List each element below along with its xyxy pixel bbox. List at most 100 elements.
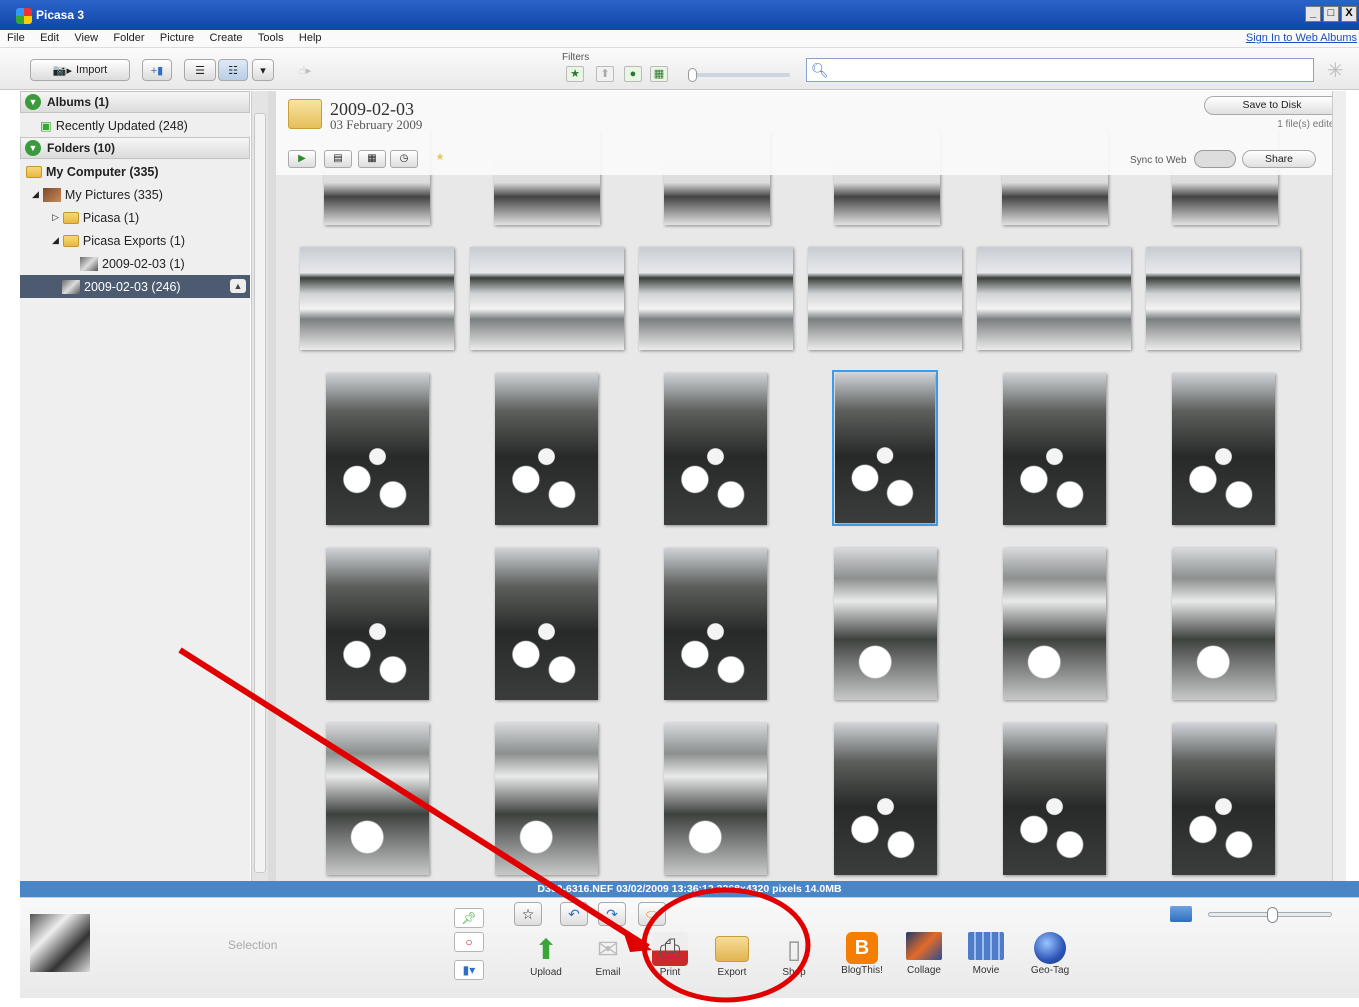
selection-thumbnail[interactable]: [30, 914, 90, 972]
photo-thumbnail[interactable]: [326, 548, 429, 700]
photo-thumbnail[interactable]: [1003, 548, 1106, 700]
make-movie-button[interactable]: ▦: [358, 150, 386, 168]
collapse-toggle-icon[interactable]: ▼: [25, 140, 41, 156]
photo-thumbnail[interactable]: [470, 247, 624, 350]
photo-thumbnail[interactable]: [808, 247, 962, 350]
collapse-arrow-icon[interactable]: ▷: [52, 212, 59, 223]
sidebar-item-picasa-exports[interactable]: ◢ Picasa Exports (1): [20, 229, 250, 252]
movie-button[interactable]: Movie: [956, 932, 1016, 976]
photo-thumbnail[interactable]: [664, 723, 767, 875]
rotate-right-button[interactable]: ↷: [598, 902, 626, 926]
photo-thumbnail[interactable]: [1003, 723, 1106, 875]
rotate-left-button[interactable]: ↶: [560, 902, 588, 926]
expand-arrow-icon[interactable]: ◢: [52, 235, 59, 246]
upload-status-icon[interactable]: ▲: [230, 279, 246, 293]
upload-folder-button[interactable]: ▤: [324, 150, 352, 168]
print-button[interactable]: ⎙ Print: [640, 932, 700, 978]
photo-thumbnail[interactable]: [326, 373, 429, 525]
slider-knob[interactable]: [1267, 907, 1278, 923]
blogthis-button[interactable]: B BlogThis!: [832, 932, 892, 976]
sidebar-item-picasa[interactable]: ▷ Picasa (1): [20, 206, 250, 229]
export-button[interactable]: Export: [702, 932, 762, 978]
menu-help[interactable]: Help: [292, 30, 327, 44]
photo-thumbnail[interactable]: [1003, 373, 1106, 525]
folder-icon: [62, 211, 79, 224]
photo-thumbnail[interactable]: [664, 548, 767, 700]
filter-movies-button[interactable]: ▦: [650, 66, 668, 82]
add-to-album-dropdown[interactable]: ▮▾: [454, 960, 484, 980]
add-to-album-button[interactable]: +▮: [142, 59, 172, 81]
hold-selection-button[interactable]: 📌︎: [454, 908, 484, 928]
tree-view-button[interactable]: ☷: [218, 59, 248, 81]
geotag-tray-button[interactable]: Geo-Tag: [1020, 932, 1080, 976]
sidebar-item-recently-updated[interactable]: ▣ Recently Updated (248): [20, 114, 250, 137]
photo-thumbnail[interactable]: [1172, 723, 1275, 875]
photo-thumbnail[interactable]: [495, 373, 598, 525]
sync-to-web-toggle[interactable]: [1194, 150, 1236, 168]
albums-section-header[interactable]: ▼ Albums (1): [20, 91, 250, 113]
star-icon: ★: [570, 68, 580, 80]
photo-thumbnail[interactable]: [1146, 247, 1300, 350]
play-slideshow-button[interactable]: ▶: [288, 150, 316, 168]
sidebar-item-selected-folder[interactable]: 2009-02-03 (246) ▲: [20, 275, 250, 298]
photo-thumbnail[interactable]: [300, 247, 454, 350]
menu-tools[interactable]: Tools: [251, 30, 289, 44]
maximize-button[interactable]: □: [1323, 6, 1339, 22]
sidebar-scrollbar[interactable]: [251, 91, 268, 881]
albums-header-label: Albums (1): [47, 95, 110, 109]
menu-folder[interactable]: Folder: [106, 30, 149, 44]
share-button[interactable]: Share: [1242, 150, 1316, 168]
search-input[interactable]: [831, 61, 1301, 79]
tree-view-icon: ☷: [228, 64, 238, 77]
filter-faces-button[interactable]: ●: [624, 66, 642, 82]
library-scrollbar[interactable]: [1332, 91, 1346, 881]
expand-arrow-icon[interactable]: ◢: [32, 189, 39, 200]
import-button[interactable]: 📷▸ Import: [30, 59, 130, 81]
menu-edit[interactable]: Edit: [33, 30, 64, 44]
star-folder-button[interactable]: ★: [426, 150, 454, 168]
photo-thumbnail[interactable]: [1172, 373, 1275, 525]
sign-in-link[interactable]: Sign In to Web Albums: [1246, 32, 1357, 44]
photo-thumbnail[interactable]: [495, 723, 598, 875]
collapse-toggle-icon[interactable]: ▼: [25, 94, 41, 110]
sidebar-item-my-pictures[interactable]: ◢ My Pictures (335): [20, 183, 250, 206]
pane-splitter[interactable]: [268, 91, 276, 881]
photo-thumbnail[interactable]: [977, 247, 1131, 350]
date-filter-slider[interactable]: [688, 68, 790, 82]
email-button[interactable]: ✉ Email: [578, 932, 638, 979]
close-button[interactable]: X: [1341, 6, 1357, 22]
search-box[interactable]: 🔍︎: [806, 58, 1314, 82]
filter-starred-button[interactable]: ★: [566, 66, 584, 82]
sidebar-item-export-folder[interactable]: 2009-02-03 (1): [20, 252, 250, 275]
photo-thumbnail[interactable]: [495, 548, 598, 700]
photo-thumbnail[interactable]: [639, 247, 793, 350]
menu-view[interactable]: View: [67, 30, 103, 44]
save-to-disk-button[interactable]: Save to Disk: [1204, 96, 1340, 115]
upload-button[interactable]: ⬆ Upload: [516, 932, 576, 979]
geotag-button[interactable]: ◷: [390, 150, 418, 168]
photo-thumbnail[interactable]: [1172, 548, 1275, 700]
scrollbar-thumb[interactable]: [254, 113, 266, 873]
menu-file[interactable]: File: [0, 30, 30, 44]
view-dropdown-button[interactable]: ▾: [252, 59, 274, 81]
sidebar-item-my-computer[interactable]: My Computer (335): [20, 160, 250, 183]
menu-picture[interactable]: Picture: [153, 30, 199, 44]
slider-knob[interactable]: [688, 68, 697, 82]
photo-thumbnail[interactable]: [834, 723, 937, 875]
photo-thumbnail[interactable]: [326, 723, 429, 875]
shop-button[interactable]: ▯ Shop: [764, 932, 824, 979]
menu-create[interactable]: Create: [203, 30, 248, 44]
photo-thumbnail[interactable]: [664, 373, 767, 525]
photo-thumbnail-selected[interactable]: [832, 370, 938, 526]
tag-button[interactable]: ⬭: [638, 902, 666, 926]
thumbnail-size-slider[interactable]: [1208, 907, 1332, 923]
minimize-button[interactable]: _: [1305, 6, 1321, 22]
filter-uploaded-button[interactable]: ⬆: [596, 66, 614, 82]
photo-thumbnail[interactable]: [834, 548, 937, 700]
slideshow-button[interactable]: ☝▸: [286, 59, 324, 81]
folders-section-header[interactable]: ▼ Folders (10): [20, 137, 250, 159]
collage-button[interactable]: Collage: [894, 932, 954, 976]
star-button[interactable]: ☆: [514, 902, 542, 926]
small-view-button[interactable]: ☰: [184, 59, 216, 81]
clear-selection-button[interactable]: ○: [454, 932, 484, 952]
